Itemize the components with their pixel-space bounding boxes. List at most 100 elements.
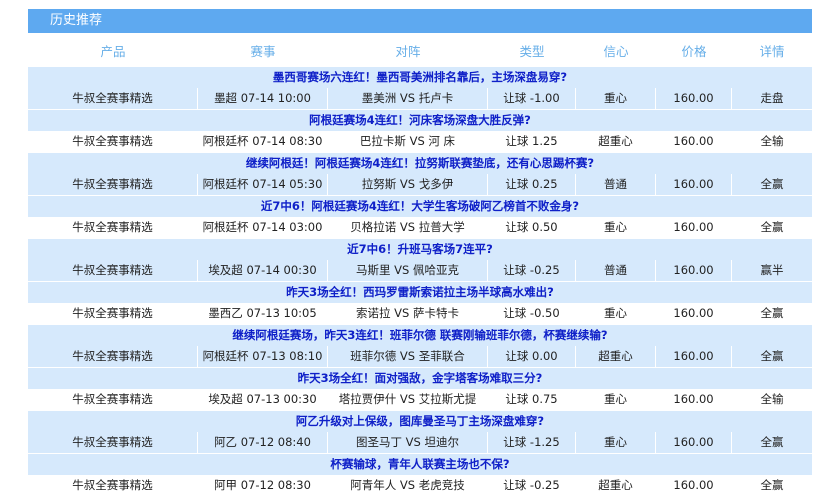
record-product: 牛叔全赛事精选 <box>28 88 198 109</box>
record-confidence: 普通 <box>576 260 656 281</box>
record-result: 走盘 <box>760 91 784 105</box>
record-price: 160.00 <box>656 88 732 109</box>
table-row: 牛叔全赛事精选 阿根廷杯 07-14 08:30 巴拉卡斯 VS 河 床让球 1.2… <box>28 131 812 153</box>
record-result: 全赢 <box>760 435 784 449</box>
record-price: 160.00 <box>656 260 732 281</box>
record-result: 全赢 <box>760 177 784 191</box>
record-confidence: 超重心 <box>576 475 656 496</box>
record-match: 图圣马丁 VS 坦迪尔 <box>328 432 488 453</box>
record-price: 160.00 <box>656 389 732 410</box>
recommendation-headline-link[interactable]: 继续阿根廷！阿根廷赛场4连红！拉努斯联赛垫底，还有心思踢杯赛? <box>28 153 812 174</box>
record-match: 索诺拉 VS 萨卡特卡 <box>328 303 488 324</box>
recommendation-item: 继续阿根廷赛场，昨天3连红！班菲尔德 联赛刚输班菲尔德，杯赛继续输? 牛叔全赛事精… <box>28 325 812 368</box>
record-match: 马斯里 VS 佩哈亚克 <box>328 260 488 281</box>
recommendation-item: 昨天3场全红！面对强敌，金字塔客场难取三分? 牛叔全赛事精选 埃及超 07-13 0… <box>28 368 812 411</box>
record-type: 让球 -0.25 <box>488 475 576 496</box>
record-product: 牛叔全赛事精选 <box>28 217 198 238</box>
record-product: 牛叔全赛事精选 <box>28 475 198 496</box>
record-match: 阿青年人 VS 老虎竞技 <box>328 475 488 496</box>
recommendation-item: 阿乙升级对上保级，图库曼圣马丁主场深盘难穿? 牛叔全赛事精选 阿乙 07-12 08… <box>28 411 812 454</box>
record-type: 让球 -0.50 <box>488 303 576 324</box>
record-type: 让球 0.00 <box>488 346 576 367</box>
record-event: 阿根廷杯 07-14 05:30 <box>198 174 328 195</box>
record-type: 让球 -0.25 <box>488 260 576 281</box>
recommendation-headline-link[interactable]: 昨天3场全红！面对强敌，金字塔客场难取三分? <box>28 368 812 389</box>
record-confidence: 重心 <box>576 432 656 453</box>
column-header-match: 对阵 <box>395 43 421 59</box>
history-recommendations-panel: 历史推荐 产品 赛事 对阵 类型 信心 价格 详情 墨西哥赛场六连红！墨西哥美洲… <box>28 9 812 497</box>
record-match: 贝格拉诺 VS 拉普大学 <box>328 217 488 238</box>
record-type: 让球 -1.25 <box>488 432 576 453</box>
table-row: 牛叔全赛事精选 墨西乙 07-13 10:05 索诺拉 VS 萨卡特卡 让球 -0.5… <box>28 303 812 325</box>
record-event: 阿根廷杯 07-14 08:30 <box>198 131 328 152</box>
record-price: 160.00 <box>656 303 732 324</box>
column-header-details: 详情 <box>759 43 785 59</box>
column-header-product: 产品 <box>100 43 126 59</box>
column-header-event: 赛事 <box>250 43 276 59</box>
table-row: 牛叔全赛事精选 阿甲 07-12 08:30 阿青年人 VS 老虎竞技 让球 -0.2… <box>28 475 812 497</box>
table-row: 牛叔全赛事精选 阿根廷杯 07-14 05:30 拉努斯 VS 戈多伊 让球 0.25… <box>28 174 812 196</box>
record-event: 墨超 07-14 10:00 <box>198 88 328 109</box>
recommendation-headline-link[interactable]: 阿乙升级对上保级，图库曼圣马丁主场深盘难穿? <box>28 411 812 432</box>
column-header-price: 价格 <box>681 43 707 59</box>
record-product: 牛叔全赛事精选 <box>28 260 198 281</box>
record-product: 牛叔全赛事精选 <box>28 346 198 367</box>
record-match: 班菲尔德 VS 圣菲联合 <box>328 346 488 367</box>
recommendation-headline-link[interactable]: 昨天3场全红！西玛罗雷斯索诺拉主场半球高水难出? <box>28 282 812 303</box>
column-header-confidence: 信心 <box>603 43 629 59</box>
recommendation-headline-link[interactable]: 近7中6！阿根廷赛场4连红！大学生客场破阿乙榜首不败金身? <box>28 196 812 217</box>
record-type: 让球 0.25 <box>488 174 576 195</box>
record-price: 160.00 <box>656 131 732 152</box>
record-result: 全赢 <box>760 220 784 234</box>
record-type: 让球 0.50 <box>488 217 576 238</box>
record-event: 阿甲 07-12 08:30 <box>198 475 328 496</box>
record-confidence: 超重心 <box>576 346 656 367</box>
table-row: 牛叔全赛事精选 阿根廷杯 07-13 08:10 班菲尔德 VS 圣菲联合 让球 0.… <box>28 346 812 368</box>
record-product: 牛叔全赛事精选 <box>28 303 198 324</box>
record-event: 阿乙 07-12 08:40 <box>198 432 328 453</box>
record-confidence: 重心 <box>576 88 656 109</box>
record-result: 全输 <box>760 392 784 406</box>
records-list: 墨西哥赛场六连红！墨西哥美洲排名靠后，主场深盘易穿? 牛叔全赛事精选 墨超 07-1… <box>28 67 812 497</box>
record-match: 拉努斯 VS 戈多伊 <box>328 174 488 195</box>
record-type: 让球 1.25 <box>488 131 576 152</box>
record-confidence: 重心 <box>576 389 656 410</box>
record-event: 阿根廷杯 07-14 03:00 <box>198 217 328 238</box>
recommendation-item: 阿根廷赛场4连红！河床客场深盘大胜反弹? 牛叔全赛事精选 阿根廷杯 07-14 08… <box>28 110 812 153</box>
recommendation-item: 杯赛输球，青年人联赛主场也不保? 牛叔全赛事精选 阿甲 07-12 08:30 阿青年… <box>28 454 812 497</box>
record-confidence: 重心 <box>576 303 656 324</box>
recommendation-item: 近7中6！阿根廷赛场4连红！大学生客场破阿乙榜首不败金身? 牛叔全赛事精选 阿根廷杯… <box>28 196 812 239</box>
record-product: 牛叔全赛事精选 <box>28 174 198 195</box>
record-event: 墨西乙 07-13 10:05 <box>198 303 328 324</box>
recommendation-item: 继续阿根廷！阿根廷赛场4连红！拉努斯联赛垫底，还有心思踢杯赛? 牛叔全赛事精选 阿根… <box>28 153 812 196</box>
record-product: 牛叔全赛事精选 <box>28 432 198 453</box>
record-event: 埃及超 07-13 00:30 <box>198 389 328 410</box>
record-result: 赢半 <box>760 263 784 277</box>
record-match: 巴拉卡斯 VS 河 床 <box>328 131 488 152</box>
column-header-row: 产品 赛事 对阵 类型 信心 价格 详情 <box>28 33 812 67</box>
table-row: 牛叔全赛事精选 埃及超 07-14 00:30 马斯里 VS 佩哈亚克 让球 -0.2… <box>28 260 812 282</box>
record-confidence: 超重心 <box>576 131 656 152</box>
record-type: 让球 0.75 <box>488 389 576 410</box>
recommendation-headline-link[interactable]: 继续阿根廷赛场，昨天3连红！班菲尔德 联赛刚输班菲尔德，杯赛继续输? <box>28 325 812 346</box>
table-row: 牛叔全赛事精选 墨超 07-14 10:00 墨美洲 VS 托卢卡 让球 -1.00 重… <box>28 88 812 110</box>
table-row: 牛叔全赛事精选 埃及超 07-13 00:30 塔拉贾伊什 VS 艾拉斯尤提 让球 0… <box>28 389 812 411</box>
recommendation-headline-link[interactable]: 杯赛输球，青年人联赛主场也不保? <box>28 454 812 475</box>
record-price: 160.00 <box>656 475 732 496</box>
record-price: 160.00 <box>656 217 732 238</box>
recommendation-item: 近7中6！升班马客场7连平? 牛叔全赛事精选 埃及超 07-14 00:30 马斯里 … <box>28 239 812 282</box>
record-confidence: 重心 <box>576 217 656 238</box>
recommendation-headline-link[interactable]: 墨西哥赛场六连红！墨西哥美洲排名靠后，主场深盘易穿? <box>28 67 812 88</box>
recommendation-headline-link[interactable]: 阿根廷赛场4连红！河床客场深盘大胜反弹? <box>28 110 812 131</box>
column-header-type: 类型 <box>519 43 545 59</box>
record-product: 牛叔全赛事精选 <box>28 389 198 410</box>
record-result: 全赢 <box>760 478 784 492</box>
record-type: 让球 -1.00 <box>488 88 576 109</box>
record-result: 全输 <box>760 134 784 148</box>
recommendation-item: 昨天3场全红！西玛罗雷斯索诺拉主场半球高水难出? 牛叔全赛事精选 墨西乙 07-13… <box>28 282 812 325</box>
recommendation-item: 墨西哥赛场六连红！墨西哥美洲排名靠后，主场深盘易穿? 牛叔全赛事精选 墨超 07-1… <box>28 67 812 110</box>
record-confidence: 普通 <box>576 174 656 195</box>
record-event: 阿根廷杯 07-13 08:10 <box>198 346 328 367</box>
recommendation-headline-link[interactable]: 近7中6！升班马客场7连平? <box>28 239 812 260</box>
record-match: 墨美洲 VS 托卢卡 <box>328 88 488 109</box>
